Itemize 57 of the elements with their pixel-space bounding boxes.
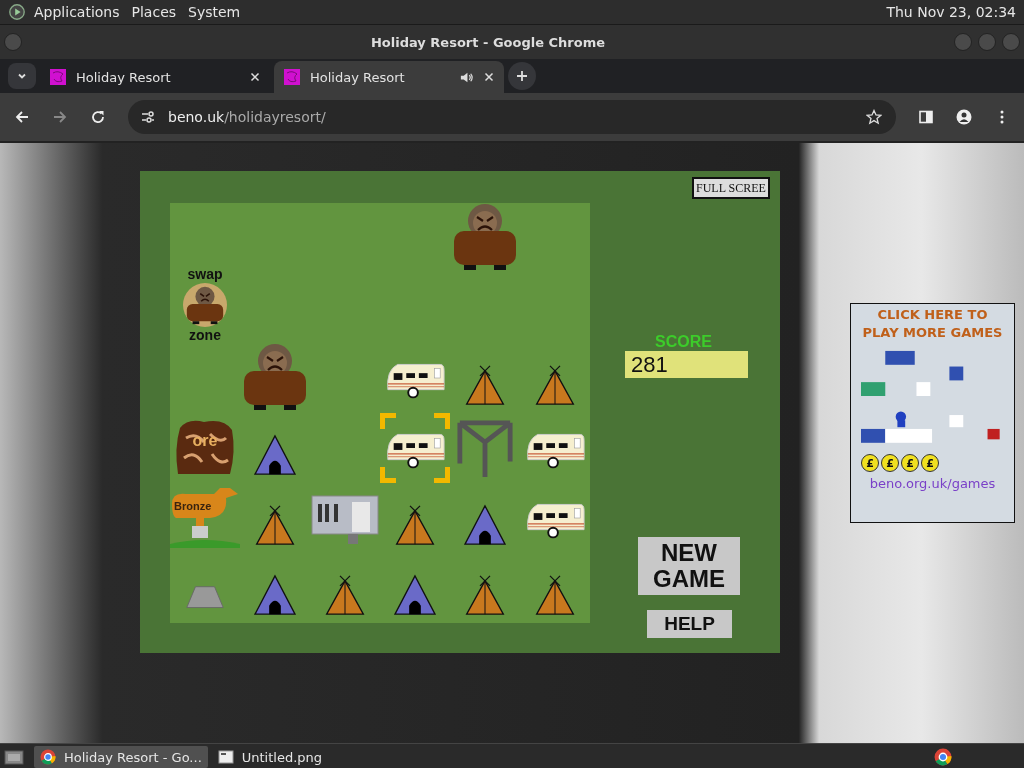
back-icon[interactable] <box>14 109 30 125</box>
bookmark-star-icon[interactable] <box>866 109 882 125</box>
panel-menu[interactable]: Places <box>131 4 177 20</box>
browser-tab[interactable]: Holiday Resort <box>40 61 270 93</box>
full-screen-button[interactable]: FULL SCREE <box>692 177 770 199</box>
taskbar-item[interactable]: Holiday Resort - Go... <box>34 746 208 768</box>
coin-icon: £ <box>881 454 899 472</box>
coin-icon: £ <box>861 454 879 472</box>
tab-title: Holiday Resort <box>76 69 172 85</box>
tab-title: Holiday Resort <box>310 69 406 85</box>
close-icon[interactable] <box>250 72 260 82</box>
clock: Thu Nov 23, 02:34 <box>886 4 1016 20</box>
taskbar-item[interactable]: Untitled.png <box>211 746 374 768</box>
coin-icon: £ <box>921 454 939 472</box>
games-link[interactable]: beno.org.uk/games <box>869 476 996 491</box>
board-cell[interactable]: ore <box>170 413 240 483</box>
browser-icon[interactable] <box>934 748 952 766</box>
favicon-icon <box>284 69 300 85</box>
new-game-button[interactable]: NEW GAME <box>638 537 740 595</box>
ad-headline: CLICK HERE TO PLAY MORE GAMES <box>861 306 1004 342</box>
panel-menu[interactable]: System <box>188 4 241 20</box>
score-value: 281 <box>625 351 748 378</box>
browser-icon <box>40 749 56 765</box>
help-button[interactable]: HELP <box>647 610 732 638</box>
reload-icon[interactable] <box>90 109 106 125</box>
bear-icon <box>452 203 518 273</box>
ore-label: ore <box>192 432 218 450</box>
bear-icon <box>182 283 228 327</box>
close-icon[interactable] <box>484 72 494 82</box>
favicon-icon <box>50 69 66 85</box>
rock-icon <box>183 585 227 611</box>
board-cell[interactable]: Bronze <box>170 483 240 553</box>
window-title: Holiday Resort - Google Chrome <box>369 34 607 50</box>
image-file-icon <box>217 749 234 765</box>
bear-icon <box>242 343 308 413</box>
games-ad-banner[interactable]: CLICK HERE TO PLAY MORE GAMES £ £ £ £ beno.org.uk/games <box>850 303 1015 523</box>
taskbar-label: Holiday Resort - Go... <box>64 749 202 765</box>
taskbar-label: Untitled.png <box>241 749 323 765</box>
address-bar[interactable]: beno.uk/holidayresort/ <box>128 100 896 134</box>
site-settings-icon[interactable] <box>140 109 156 125</box>
show-desktop-icon[interactable] <box>4 748 24 766</box>
forward-icon[interactable] <box>52 109 68 125</box>
browser-tab[interactable]: Holiday Resort <box>274 61 504 93</box>
profile-icon[interactable] <box>956 109 972 125</box>
url-text: beno.uk/holidayresort/ <box>168 109 326 125</box>
coin-icon: £ <box>901 454 919 472</box>
score-label: SCORE <box>655 333 712 351</box>
plus-icon <box>516 70 528 82</box>
gazebo-icon <box>456 417 514 479</box>
trophy-label: Bronze <box>174 500 212 512</box>
trophy-icon <box>170 486 240 550</box>
system-logo-icon[interactable] <box>8 3 26 21</box>
panel-menu[interactable]: Applications <box>34 4 120 20</box>
new-tab-button[interactable] <box>508 62 536 90</box>
swap-zone-label: zone <box>189 328 221 343</box>
side-panel-icon[interactable] <box>918 109 934 125</box>
tab-list-button[interactable] <box>8 63 36 89</box>
